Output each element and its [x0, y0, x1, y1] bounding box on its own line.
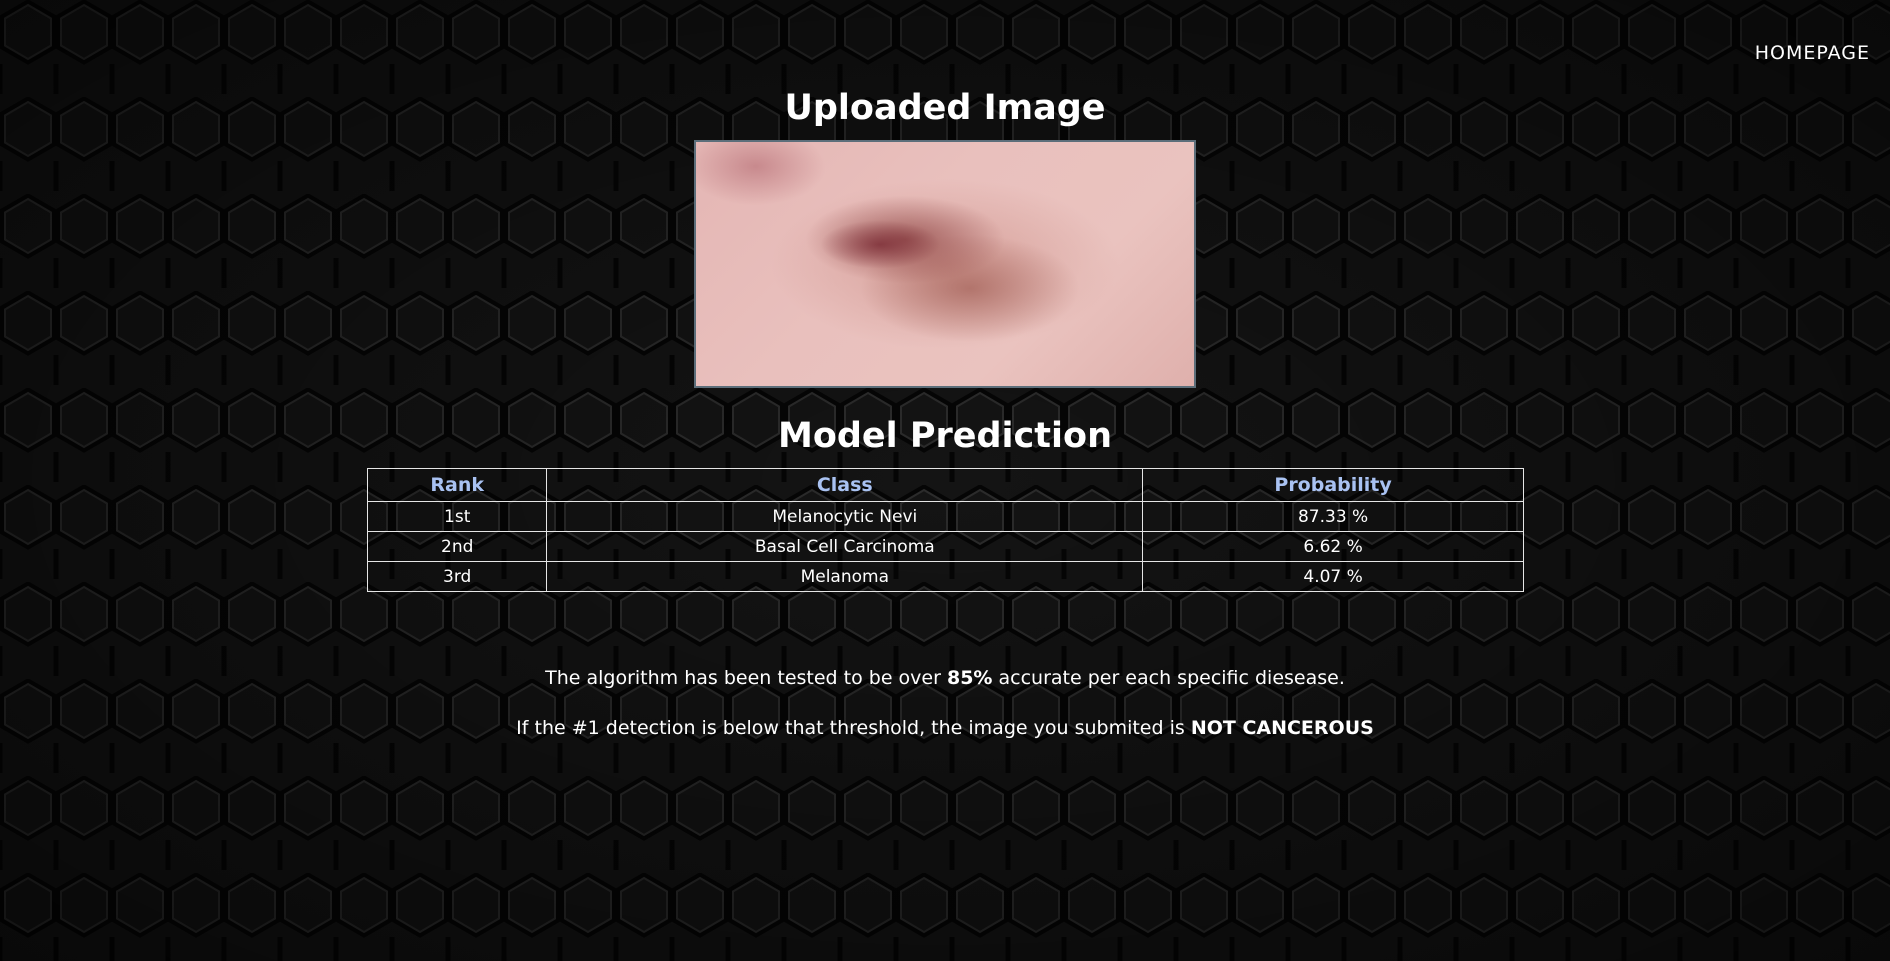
threshold-note-text: If the #1 detection is below that thresh… — [516, 717, 1191, 739]
uploaded-skin-lesion-image — [694, 140, 1196, 388]
accuracy-note-text-post: accurate per each specific diesease. — [992, 667, 1345, 689]
column-header-class: Class — [546, 468, 1144, 502]
table-row: 3rd Melanoma 4.07 % — [366, 561, 1524, 592]
rank-cell: 1st — [366, 501, 548, 532]
column-header-rank: Rank — [366, 468, 548, 502]
table-row: 1st Melanocytic Nevi 87.33 % — [366, 501, 1524, 532]
class-cell: Melanocytic Nevi — [546, 501, 1144, 532]
class-cell: Melanoma — [546, 561, 1144, 592]
rank-cell: 2nd — [366, 531, 548, 562]
homepage-link[interactable]: HOMEPAGE — [1755, 42, 1870, 64]
verdict-text: NOT CANCEROUS — [1190, 717, 1374, 739]
table-row: 2nd Basal Cell Carcinoma 6.62 % — [366, 531, 1524, 562]
accuracy-note: The algorithm has been tested to be over… — [0, 667, 1890, 689]
class-cell: Basal Cell Carcinoma — [546, 531, 1144, 562]
accuracy-note-text-pre: The algorithm has been tested to be over — [545, 667, 947, 689]
column-header-probability: Probability — [1142, 468, 1524, 502]
probability-cell: 6.62 % — [1142, 531, 1524, 562]
rank-cell: 3rd — [366, 561, 548, 592]
model-prediction-title: Model Prediction — [778, 416, 1112, 456]
prediction-table: Rank Class Probability 1st Melanocytic N… — [366, 468, 1524, 592]
probability-cell: 4.07 % — [1142, 561, 1524, 592]
table-header-row: Rank Class Probability — [366, 468, 1524, 502]
uploaded-image-title: Uploaded Image — [784, 88, 1106, 128]
probability-cell: 87.33 % — [1142, 501, 1524, 532]
accuracy-value: 85% — [946, 667, 993, 689]
threshold-note: If the #1 detection is below that thresh… — [0, 717, 1890, 739]
